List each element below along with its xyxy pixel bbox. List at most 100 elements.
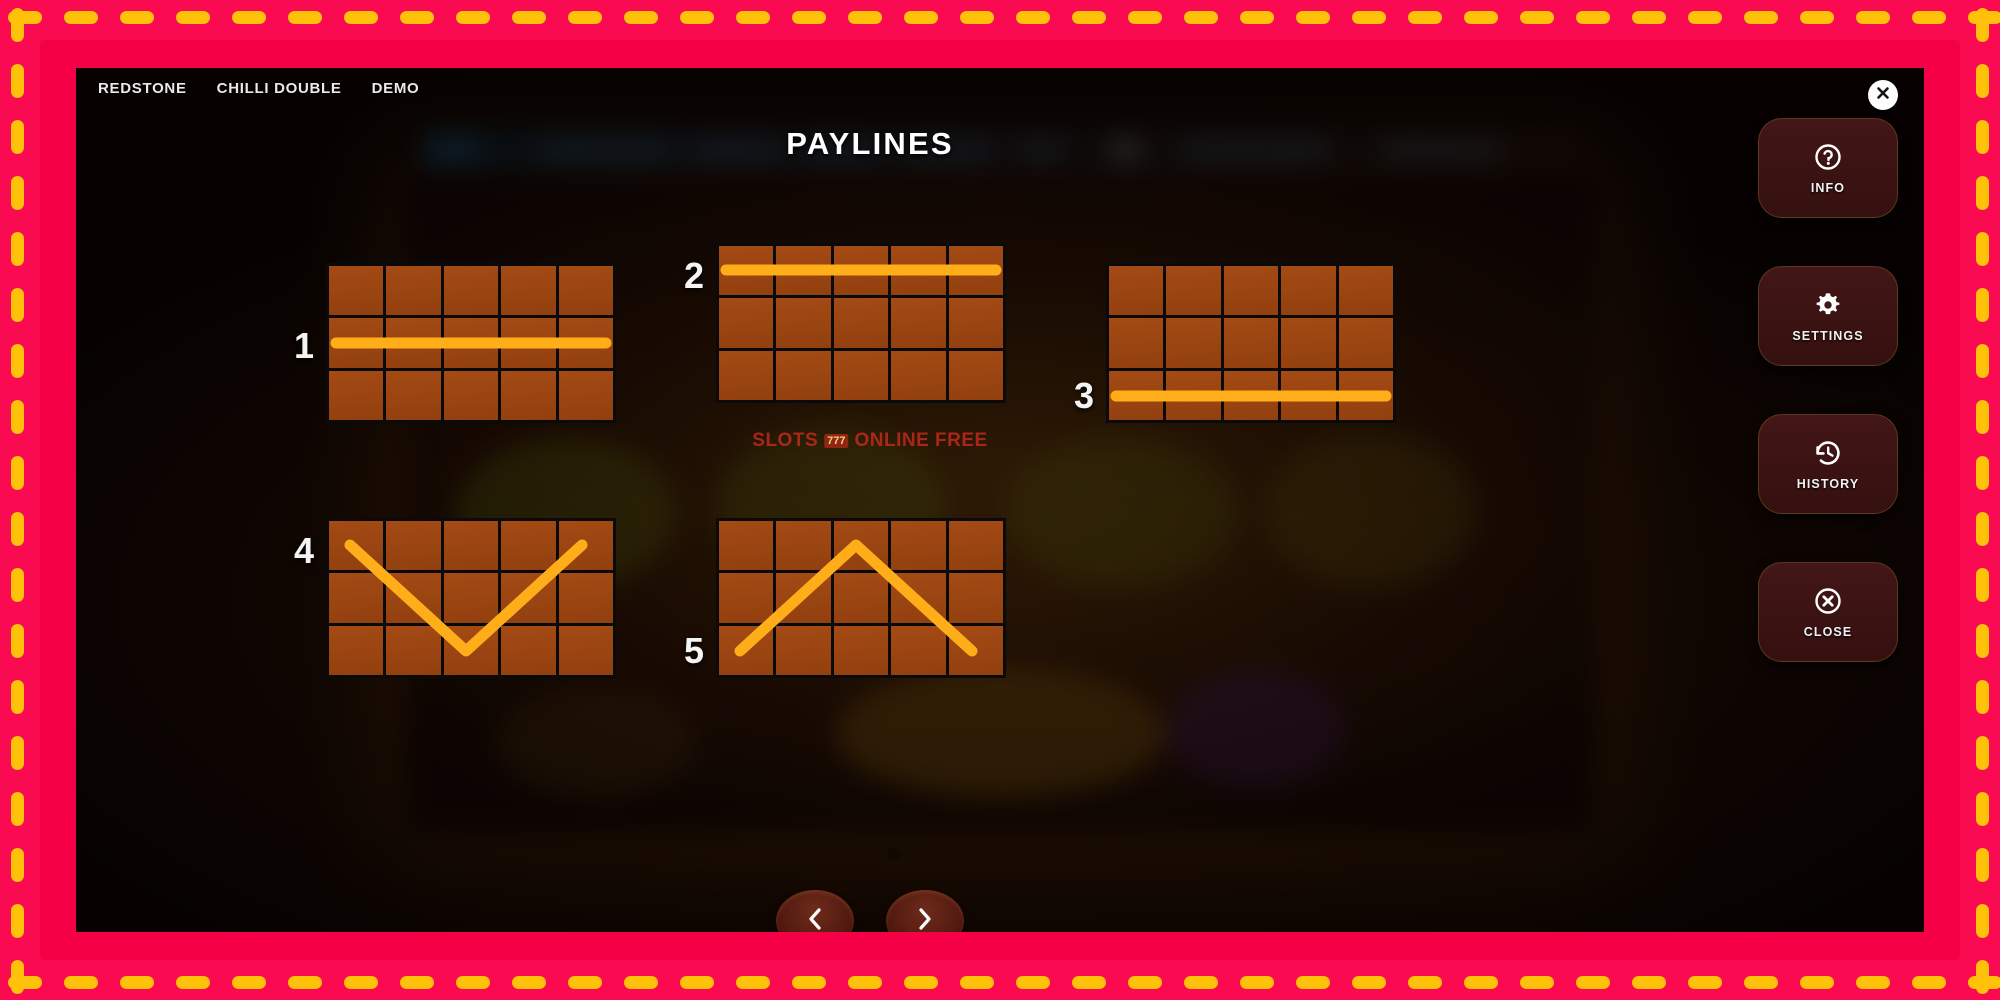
gear-icon — [1813, 290, 1843, 320]
grid-cell — [501, 370, 556, 420]
grid-cell — [1281, 266, 1336, 316]
grid-cell — [1223, 266, 1279, 316]
grid-cell — [948, 350, 1003, 400]
overlay-close-button[interactable] — [1868, 80, 1898, 110]
grid-cell — [891, 521, 946, 571]
grid-cell — [776, 625, 831, 675]
grid-cell — [443, 573, 499, 623]
grid-cell — [558, 625, 613, 675]
grid-cell — [719, 573, 774, 623]
grid-cell — [386, 318, 441, 368]
nav-item-redstone[interactable]: REDSTONE — [98, 80, 187, 97]
sidebar-button-settings[interactable]: SETTINGS — [1758, 266, 1898, 366]
watermark-text-after: ONLINE FREE — [854, 430, 988, 451]
grid-cell — [833, 573, 889, 623]
grid-cell — [1338, 266, 1393, 316]
grid-cell — [1109, 370, 1164, 420]
grid-cell — [329, 318, 384, 368]
payline-number-2: 2 — [683, 255, 705, 296]
game-viewport: REDSTONE CHILLI DOUBLE DEMO PAYLINES 1 2… — [76, 68, 1924, 932]
pagination-dots[interactable] — [76, 848, 1664, 861]
frame-dashes-bottom — [8, 976, 2000, 989]
watermark-badge: 777 — [824, 434, 849, 448]
grid-cell — [386, 625, 441, 675]
grid-cell — [1166, 318, 1221, 368]
prev-page-button[interactable] — [776, 890, 854, 932]
grid-cell — [776, 350, 831, 400]
clock-rewind-icon — [1813, 438, 1843, 468]
grid-cell — [558, 573, 613, 623]
grid-cell — [386, 266, 441, 316]
grid-cell — [1281, 318, 1336, 368]
sidebar-button-close[interactable]: CLOSE — [1758, 562, 1898, 662]
grid-cell — [719, 298, 774, 348]
grid-cell — [501, 625, 556, 675]
grid-cell — [948, 573, 1003, 623]
grid-cell — [443, 370, 499, 420]
grid-cell — [558, 266, 613, 316]
top-navigation[interactable]: REDSTONE CHILLI DOUBLE DEMO — [98, 80, 419, 97]
grid-cell — [501, 521, 556, 571]
frame-dashes-right — [1976, 8, 1989, 994]
grid-cell — [833, 298, 889, 348]
sidebar-button-history[interactable]: HISTORY — [1758, 414, 1898, 514]
grid-cell — [719, 521, 774, 571]
payline-1: 1 — [286, 263, 616, 423]
grid-cell — [501, 573, 556, 623]
grid-cell — [386, 370, 441, 420]
grid-cell — [776, 298, 831, 348]
payline-grid-5 — [716, 518, 1006, 678]
grid-cell — [329, 521, 384, 571]
grid-cell — [833, 350, 889, 400]
grid-cell — [776, 246, 831, 296]
pagination-arrows[interactable] — [76, 890, 1664, 932]
sidebar-label-settings: SETTINGS — [1792, 328, 1864, 343]
pagination-dot[interactable] — [863, 850, 873, 859]
sidebar-label-info: INFO — [1810, 180, 1846, 195]
question-circle-icon — [1813, 142, 1843, 172]
grid-cell — [386, 573, 441, 623]
nav-item-chilli-double[interactable]: CHILLI DOUBLE — [217, 80, 342, 97]
pagination-dot[interactable] — [817, 850, 827, 859]
frame-dashes-top — [8, 11, 2000, 24]
next-page-button[interactable] — [886, 890, 964, 932]
grid-cell — [1223, 318, 1279, 368]
grid-cell — [558, 521, 613, 571]
payline-3: 3 — [1066, 263, 1396, 423]
grid-cell — [443, 266, 499, 316]
grid-cell — [1109, 318, 1164, 368]
paylines-container: 1 2 3 4 5 — [256, 243, 1676, 803]
close-circle-icon — [1813, 586, 1843, 616]
payline-number-3: 3 — [1073, 375, 1095, 416]
grid-cell — [891, 350, 946, 400]
payline-5: 5 — [676, 518, 1006, 678]
pagination-dot[interactable] — [840, 850, 850, 859]
grid-cell — [719, 625, 774, 675]
watermark-text-before: SLOTS — [752, 430, 819, 451]
site-watermark: SLOTS 777 ONLINE FREE — [752, 430, 987, 452]
payline-grid-2 — [716, 243, 1006, 403]
payline-number-5: 5 — [683, 630, 705, 671]
pagination-dot[interactable] — [913, 850, 923, 859]
sidebar-button-info[interactable]: INFO — [1758, 118, 1898, 218]
grid-cell — [558, 318, 613, 368]
grid-cell — [776, 521, 831, 571]
grid-cell — [1166, 266, 1221, 316]
pagination-dot-active[interactable] — [886, 848, 900, 861]
grid-cell — [1338, 318, 1393, 368]
sidebar-label-history: HISTORY — [1796, 476, 1860, 491]
grid-cell — [948, 521, 1003, 571]
grid-cell — [948, 298, 1003, 348]
grid-cell — [891, 625, 946, 675]
payline-grid-3 — [1106, 263, 1396, 423]
close-icon — [1875, 85, 1891, 106]
payline-4: 4 — [286, 518, 616, 678]
frame-dashes-left — [11, 8, 24, 994]
grid-cell — [833, 246, 889, 296]
payline-number-4: 4 — [293, 530, 315, 571]
grid-cell — [443, 521, 499, 571]
right-sidebar[interactable]: INFO SETTINGS HISTORY CLOSE — [1758, 118, 1898, 662]
nav-item-demo[interactable]: DEMO — [372, 80, 420, 97]
grid-cell — [891, 246, 946, 296]
sidebar-label-close: CLOSE — [1803, 624, 1853, 639]
